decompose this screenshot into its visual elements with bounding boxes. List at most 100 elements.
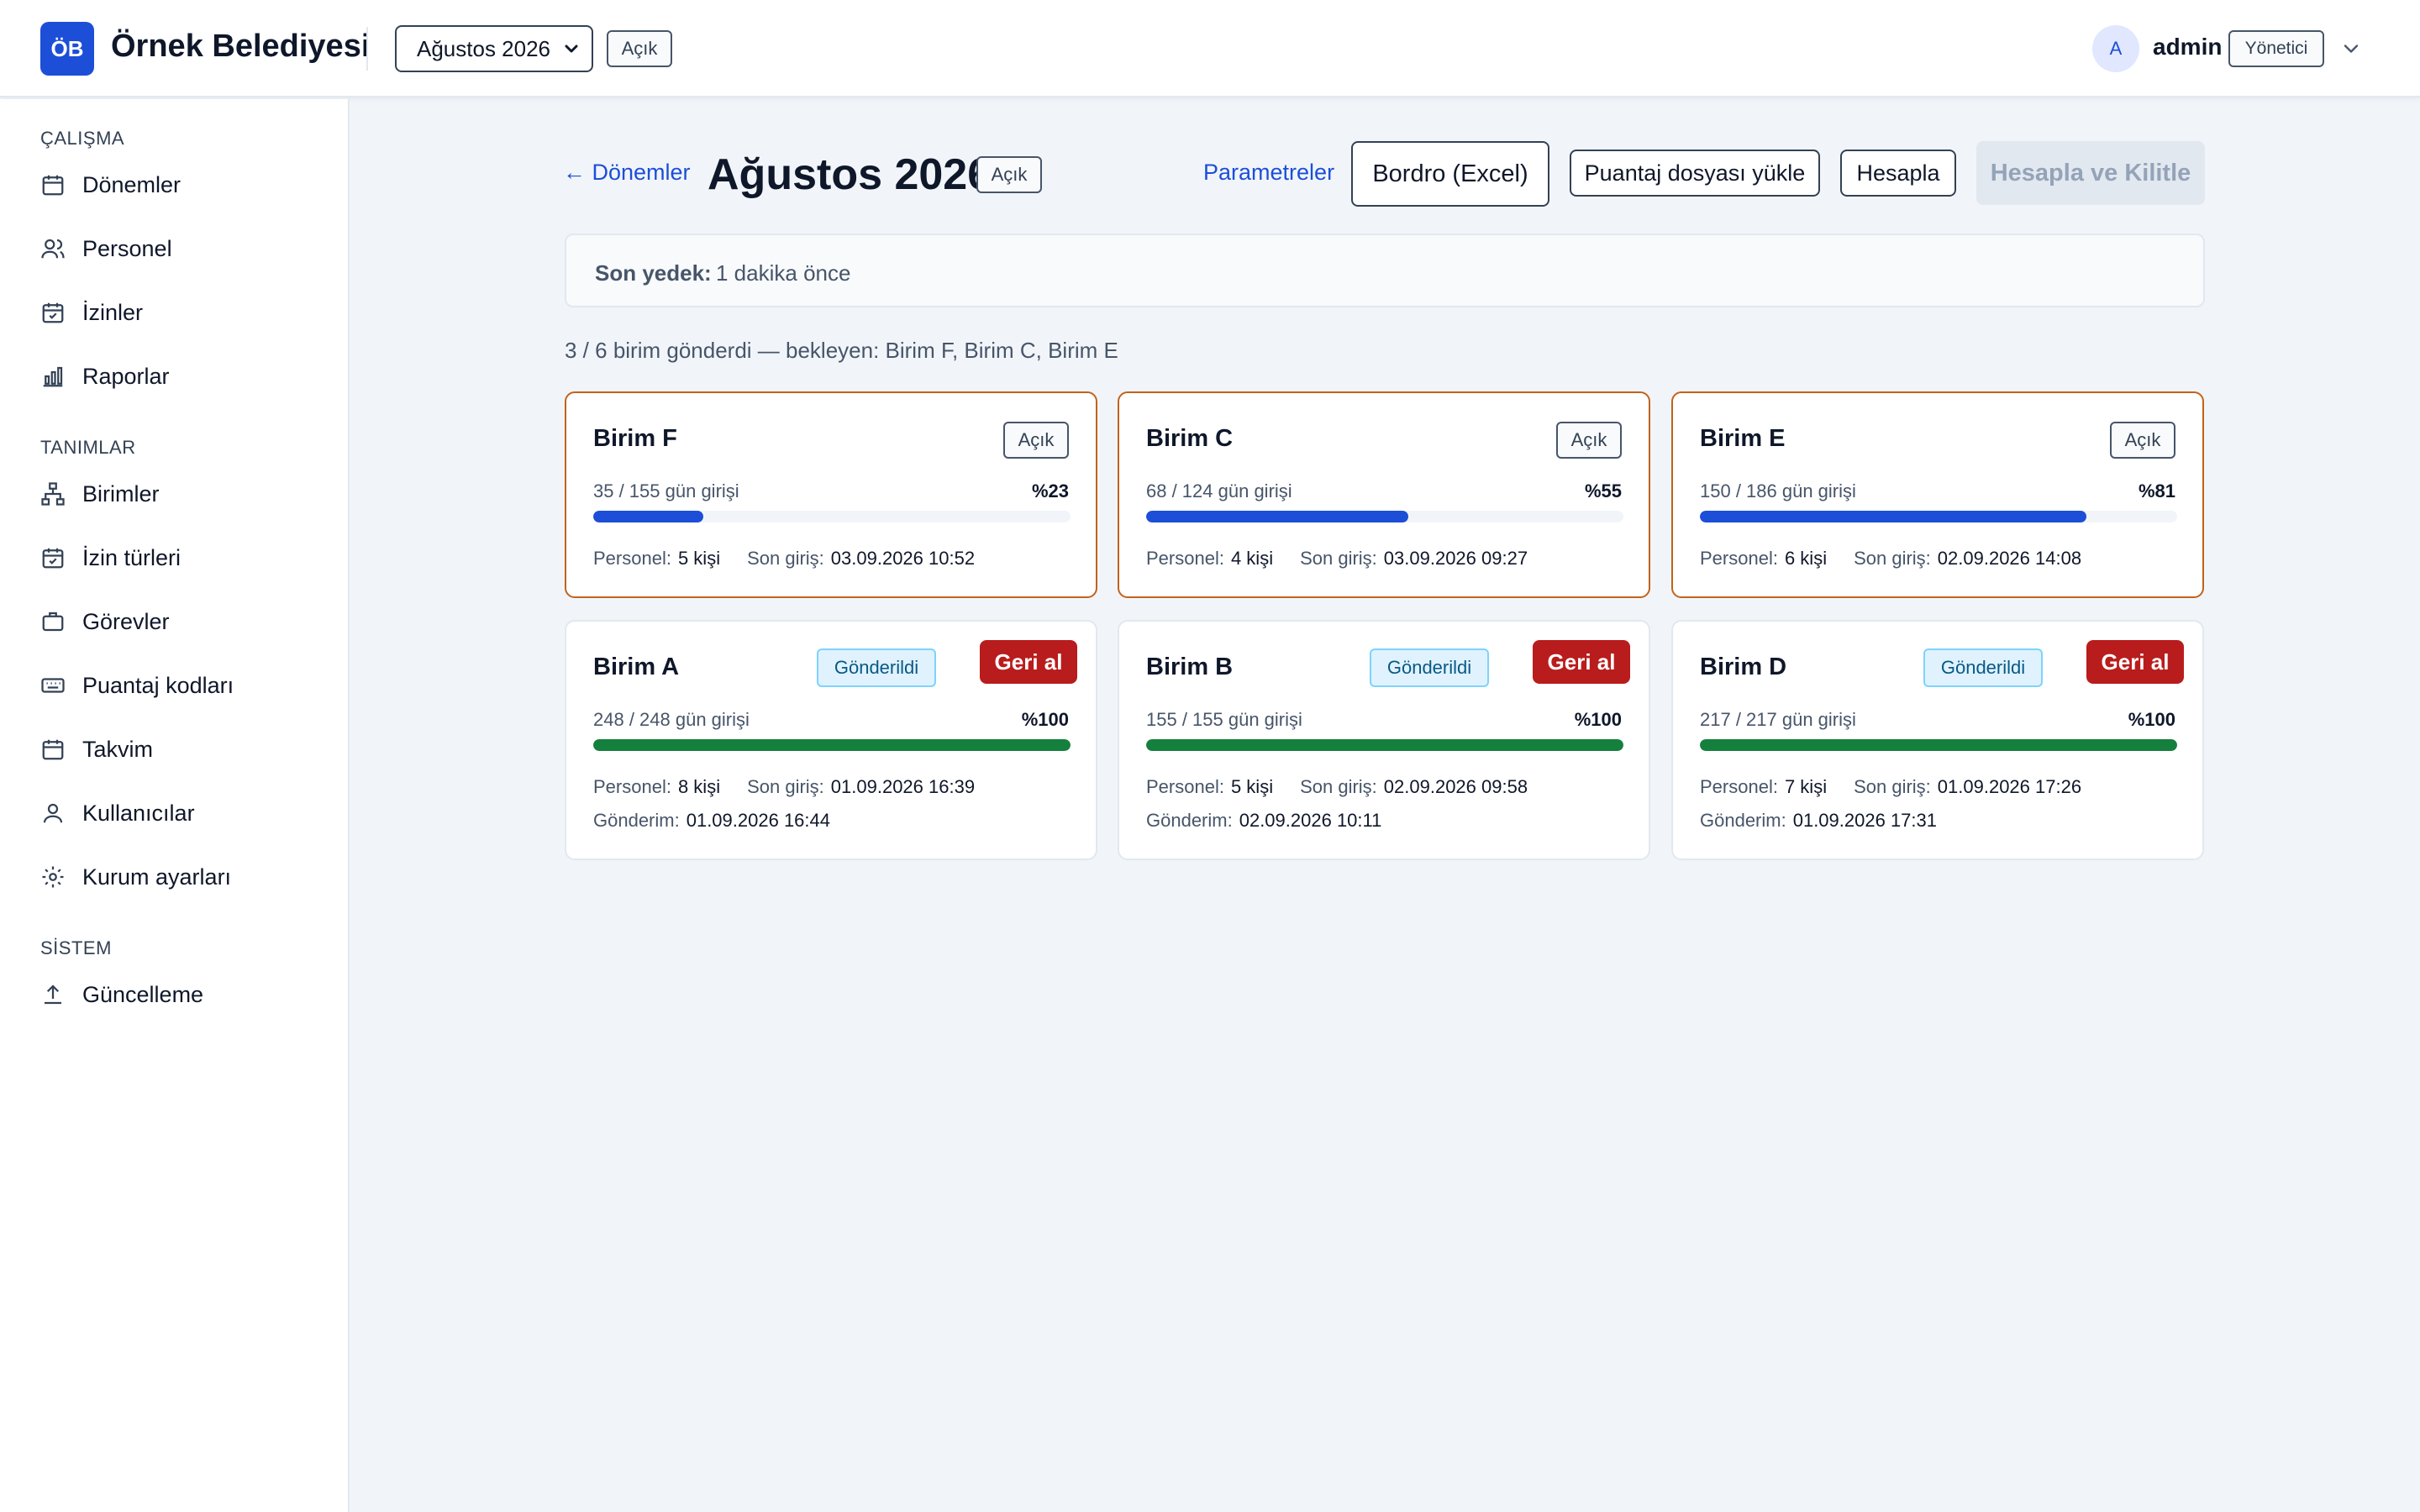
sent-badge: Gönderildi bbox=[817, 648, 936, 687]
undo-button[interactable]: Geri al bbox=[1533, 640, 1630, 684]
sidebar-item-izinler[interactable]: İzinler bbox=[30, 287, 324, 338]
sidebar-item-label: İzin türleri bbox=[82, 544, 182, 570]
unit-meta: Personel: 4 kişi Son giriş: 03.09.2026 09:2… bbox=[1146, 548, 1555, 570]
progress-percent: %55 bbox=[1584, 480, 1622, 501]
unit-meta: Personel: 5 kişi Son giriş: 02.09.2026 09:5… bbox=[1146, 776, 1555, 798]
sidebar-item-izin-turleri[interactable]: İzin türleri bbox=[30, 533, 324, 583]
progress-percent: %100 bbox=[2128, 709, 2175, 730]
sidebar-item-guncelleme[interactable]: Güncelleme bbox=[30, 969, 324, 1020]
unit-name: Birim F bbox=[593, 425, 677, 452]
sidebar-item-label: Kullanıcılar bbox=[82, 800, 195, 826]
unit-card[interactable]: Birim B Gönderildi Geri al 155 / 155 gün gi… bbox=[1118, 620, 1650, 860]
progress-bar bbox=[1700, 739, 2177, 751]
sidebar-section-sistem: SİSTEM bbox=[40, 937, 112, 958]
personel-count: 5 kişi bbox=[1230, 776, 1274, 797]
progress-bar-fill bbox=[1700, 739, 2177, 751]
users-icon bbox=[41, 239, 65, 259]
upload-icon bbox=[45, 984, 61, 1005]
unit-card[interactable]: Birim A Gönderildi Geri al 248 / 248 gün gi… bbox=[565, 620, 1097, 860]
unit-name: Birim A bbox=[593, 654, 680, 680]
calculate-button[interactable]: Hesapla bbox=[1840, 150, 1956, 197]
sidebar-item-kurum-ayarlari[interactable]: Kurum ayarları bbox=[30, 852, 324, 902]
submission-value: 02.09.2026 10:11 bbox=[1239, 810, 1382, 831]
personel-count: 6 kişi bbox=[1784, 548, 1828, 569]
progress-bar-fill bbox=[593, 739, 1071, 751]
unit-status-badge: Açık bbox=[1003, 422, 1069, 459]
progress-bar-fill bbox=[1146, 739, 1623, 751]
submission-value: 01.09.2026 17:31 bbox=[1792, 810, 1937, 831]
progress-percent: %100 bbox=[1574, 709, 1622, 730]
unit-name: Birim C bbox=[1146, 425, 1234, 452]
org-logo: ÖB bbox=[40, 22, 94, 76]
page-title: Ağustos 2026 bbox=[708, 150, 992, 199]
last-entry-value: 03.09.2026 10:52 bbox=[830, 548, 976, 569]
progress-bar bbox=[1146, 739, 1623, 751]
personel-label: Personel: bbox=[1700, 548, 1778, 569]
user-name[interactable]: admin bbox=[2153, 34, 2222, 60]
entry-progress-text: 248 / 248 gün girişi bbox=[593, 709, 750, 730]
submission-meta: Gönderim: 02.09.2026 10:11 bbox=[1146, 810, 1408, 832]
sidebar-item-label: Raporlar bbox=[82, 363, 170, 389]
progress-bar bbox=[593, 511, 1071, 522]
last-entry-value: 02.09.2026 14:08 bbox=[1937, 548, 2082, 569]
period-select[interactable]: Ağustos 2026 bbox=[395, 25, 593, 72]
chevron-down-icon bbox=[565, 45, 578, 53]
sent-badge: Gönderildi bbox=[1923, 648, 2043, 687]
calculate-and-lock-button[interactable]: Hesapla ve Kilitle bbox=[1976, 141, 2205, 205]
last-entry-label: Son giriş: bbox=[747, 548, 824, 569]
submission-label: Gönderim: bbox=[593, 810, 680, 831]
unit-card[interactable]: Birim C Açık 68 / 124 gün girişi %55 Persone… bbox=[1118, 391, 1650, 598]
parameters-link[interactable]: Parametreler bbox=[1203, 160, 1334, 186]
calendar-check-icon bbox=[42, 548, 64, 569]
undo-button[interactable]: Geri al bbox=[2086, 640, 2184, 684]
entry-progress-text: 68 / 124 gün girişi bbox=[1146, 480, 1292, 501]
sidebar-item-personel[interactable]: Personel bbox=[30, 223, 324, 274]
personel-count: 4 kişi bbox=[1230, 548, 1274, 569]
sidebar-item-label: Dönemler bbox=[82, 171, 182, 197]
calendar-check-icon bbox=[42, 302, 64, 323]
sidebar-item-gorevler[interactable]: Görevler bbox=[30, 596, 324, 647]
progress-bar bbox=[1700, 511, 2177, 522]
gear-icon bbox=[42, 866, 64, 888]
sidebar-section-tanimlar: TANIMLAR bbox=[40, 437, 136, 458]
avatar[interactable]: A bbox=[2092, 25, 2139, 72]
org-chart-icon bbox=[41, 482, 65, 506]
sidebar-item-takvim[interactable]: Takvim bbox=[30, 724, 324, 774]
user-menu-chevron-icon[interactable] bbox=[2339, 37, 2363, 60]
sidebar-item-label: Personel bbox=[82, 235, 172, 261]
last-entry-label: Son giriş: bbox=[747, 776, 824, 797]
sidebar-item-raporlar[interactable]: Raporlar bbox=[30, 351, 324, 402]
personel-label: Personel: bbox=[593, 548, 671, 569]
unit-meta: Personel: 6 kişi Son giriş: 02.09.2026 14:0… bbox=[1700, 548, 2108, 570]
progress-bar bbox=[593, 739, 1071, 751]
role-badge: Yönetici bbox=[2228, 30, 2324, 67]
sidebar-item-puantaj-kodlari[interactable]: Puantaj kodları bbox=[30, 660, 324, 711]
last-entry-label: Son giriş: bbox=[1854, 776, 1931, 797]
personel-count: 8 kişi bbox=[677, 776, 721, 797]
sent-badge: Gönderildi bbox=[1370, 648, 1489, 687]
submission-label: Gönderim: bbox=[1700, 810, 1786, 831]
user-icon bbox=[43, 803, 63, 823]
upload-timesheet-button[interactable]: Puantaj dosyası yükle bbox=[1570, 150, 1820, 197]
back-to-periods-link[interactable]: ← Dönemler bbox=[563, 160, 691, 186]
period-select-value: Ağustos 2026 bbox=[417, 35, 551, 61]
payroll-excel-button[interactable]: Bordro (Excel) bbox=[1351, 141, 1549, 207]
submission-label: Gönderim: bbox=[1146, 810, 1233, 831]
last-entry-value: 02.09.2026 09:58 bbox=[1383, 776, 1528, 797]
undo-button[interactable]: Geri al bbox=[980, 640, 1077, 684]
unit-card[interactable]: Birim D Gönderildi Geri al 217 / 217 gün gi… bbox=[1671, 620, 2204, 860]
sidebar-item-donemler[interactable]: Dönemler bbox=[30, 160, 324, 210]
personel-label: Personel: bbox=[1146, 548, 1224, 569]
sidebar-item-label: Birimler bbox=[82, 480, 160, 507]
unit-name: Birim E bbox=[1700, 425, 1786, 452]
personel-label: Personel: bbox=[1146, 776, 1224, 797]
sidebar: ÇALIŞMA Dönemler Personel İzinler Raporl… bbox=[0, 99, 350, 1512]
sidebar-item-label: Puantaj kodları bbox=[82, 672, 234, 698]
unit-card[interactable]: Birim E Açık 150 / 186 gün girişi %81 Person… bbox=[1671, 391, 2204, 598]
sidebar-item-birimler[interactable]: Birimler bbox=[30, 469, 324, 519]
unit-card[interactable]: Birim F Açık 35 / 155 gün girişi %23 Persone… bbox=[565, 391, 1097, 598]
entry-progress-text: 217 / 217 gün girişi bbox=[1700, 709, 1856, 730]
last-entry-label: Son giriş: bbox=[1854, 548, 1931, 569]
unit-meta: Personel: 5 kişi Son giriş: 03.09.2026 10:5… bbox=[593, 548, 1002, 570]
sidebar-item-kullanicilar[interactable]: Kullanıcılar bbox=[30, 788, 324, 838]
